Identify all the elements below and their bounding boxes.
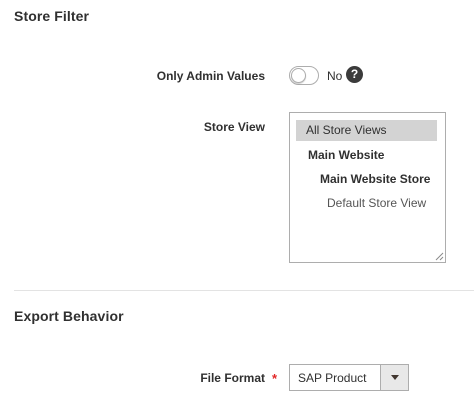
store-view-label: Store View <box>203 120 265 134</box>
only-admin-values-label: Only Admin Values <box>156 69 265 83</box>
required-asterisk: * <box>272 371 278 386</box>
section-title-export-behavior: Export Behavior <box>14 308 124 324</box>
store-view-option-store[interactable]: Main Website Store <box>320 172 430 186</box>
file-format-label: File Format <box>200 371 265 385</box>
question-circle-icon[interactable]: ? <box>346 66 363 83</box>
dropdown-button[interactable] <box>380 365 408 390</box>
store-view-option-website[interactable]: Main Website <box>308 148 384 162</box>
resize-grip-icon[interactable] <box>435 252 444 261</box>
export-settings-page: Store Filter Only Admin Values No ? Stor… <box>0 0 474 401</box>
store-view-multiselect[interactable]: All Store Views Main Website Main Websit… <box>289 112 446 263</box>
toggle-knob <box>291 68 306 83</box>
file-format-select[interactable]: SAP Product <box>289 364 409 391</box>
section-divider <box>14 290 474 291</box>
chevron-down-icon <box>391 375 399 380</box>
section-title-store-filter: Store Filter <box>14 8 90 24</box>
toggle-state-text: No <box>327 69 343 83</box>
store-view-option-default[interactable]: Default Store View <box>327 196 426 210</box>
file-format-value: SAP Product <box>298 371 367 385</box>
only-admin-values-toggle[interactable] <box>289 66 319 85</box>
store-view-option-all[interactable]: All Store Views <box>296 120 437 141</box>
